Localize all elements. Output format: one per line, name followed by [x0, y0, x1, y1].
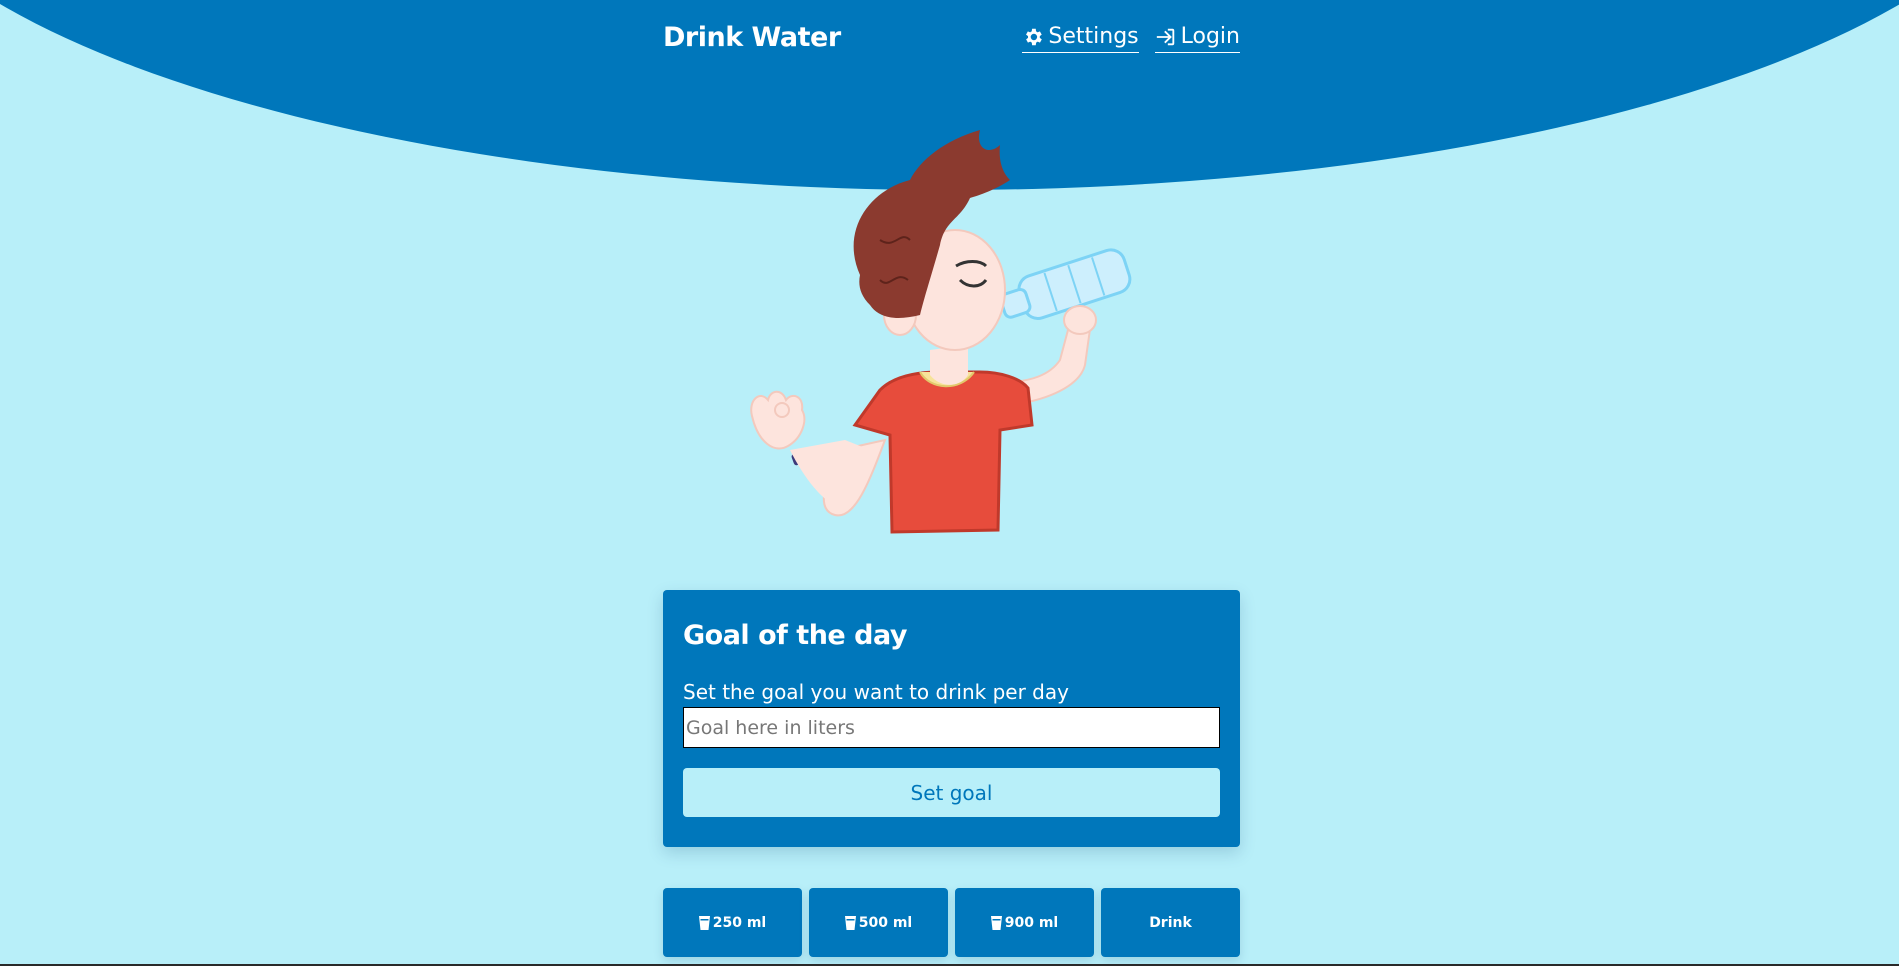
- goal-input[interactable]: [683, 707, 1220, 748]
- sign-in-icon: [1155, 26, 1177, 48]
- glass-icon: [698, 915, 710, 930]
- goal-description: Set the goal you want to drink per day: [683, 680, 1069, 704]
- goal-card: Goal of the day Set the goal you want to…: [663, 590, 1240, 847]
- settings-label: Settings: [1048, 24, 1139, 49]
- settings-link[interactable]: Settings: [1022, 22, 1139, 53]
- drink-500ml-button[interactable]: 500 ml: [809, 888, 948, 957]
- drink-900ml-label: 900 ml: [1004, 914, 1059, 931]
- goal-title: Goal of the day: [683, 620, 907, 651]
- boy-drinking-water-illustration: [730, 120, 1170, 550]
- login-label: Login: [1180, 24, 1240, 49]
- glass-icon: [990, 915, 1002, 930]
- drink-250ml-label: 250 ml: [712, 914, 767, 931]
- drink-900ml-button[interactable]: 900 ml: [955, 888, 1094, 957]
- drink-button[interactable]: Drink: [1101, 888, 1240, 957]
- brand-title: Drink Water: [663, 22, 841, 53]
- page: Drink Water Settings Login Goal of the d…: [0, 0, 1899, 966]
- gear-icon: [1022, 26, 1044, 48]
- set-goal-button[interactable]: Set goal: [683, 768, 1220, 817]
- nav-links: Settings Login: [1022, 22, 1240, 53]
- drink-500ml-label: 500 ml: [858, 914, 913, 931]
- drink-250ml-button[interactable]: 250 ml: [663, 888, 802, 957]
- glass-icon: [844, 915, 856, 930]
- drink-buttons-row: 250 ml 500 ml 900 ml Drink: [663, 888, 1240, 957]
- login-link[interactable]: Login: [1154, 22, 1240, 53]
- top-navbar: Drink Water Settings Login: [663, 20, 1240, 60]
- drink-label: Drink: [1149, 914, 1192, 931]
